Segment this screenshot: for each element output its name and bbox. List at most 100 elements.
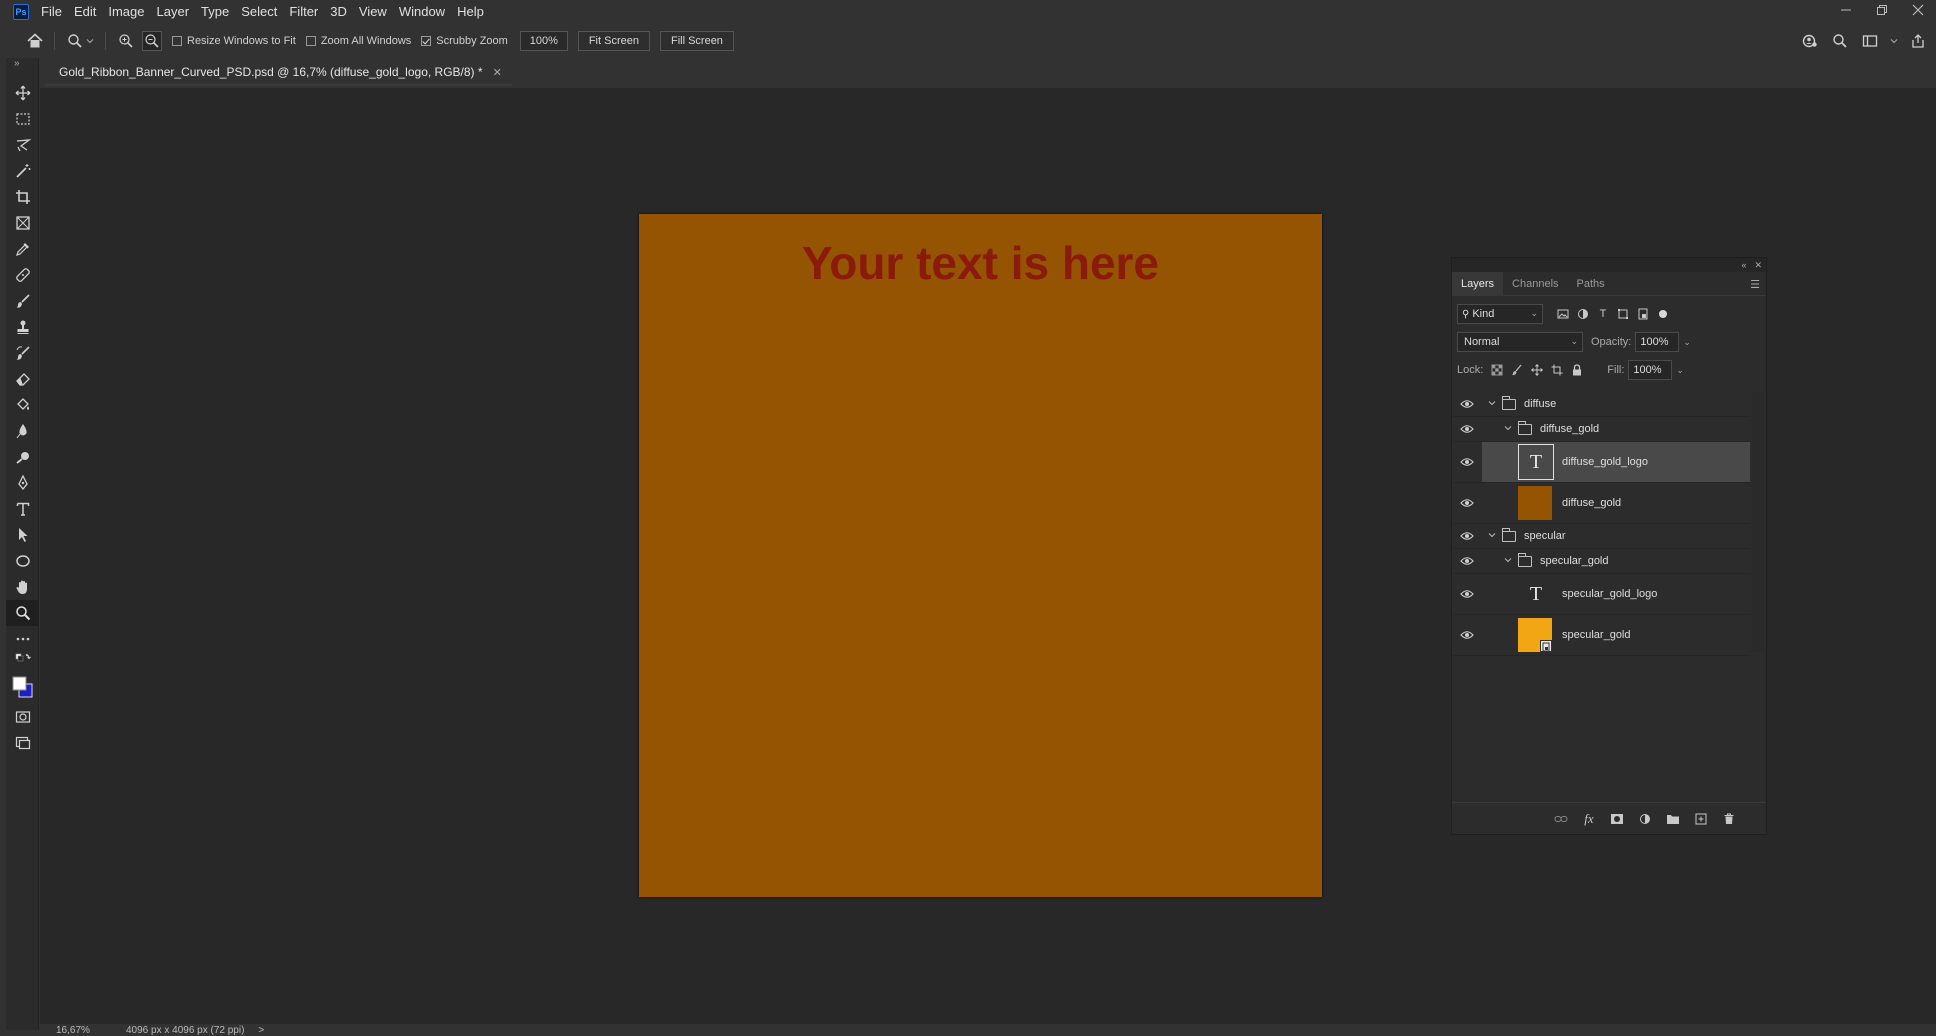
- workspace-icon[interactable]: [1860, 31, 1880, 51]
- menu-type[interactable]: Type: [195, 0, 235, 24]
- layer-row-smart-object[interactable]: specular_gold: [1452, 615, 1750, 656]
- layer-name[interactable]: specular_gold: [1562, 629, 1631, 641]
- frame-tool-icon[interactable]: [6, 210, 39, 236]
- eye-icon[interactable]: [1460, 397, 1474, 411]
- zoom-percent-button[interactable]: 100%: [519, 31, 568, 51]
- adjustment-layer-icon[interactable]: [1638, 812, 1652, 826]
- restore-icon[interactable]: [1864, 0, 1900, 20]
- blur-tool-icon[interactable]: [6, 418, 39, 444]
- menu-file[interactable]: File: [35, 0, 68, 24]
- text-layer-thumbnail-icon[interactable]: T: [1518, 576, 1554, 612]
- chevron-down-icon[interactable]: ⌄: [1676, 365, 1684, 376]
- tab-layers[interactable]: Layers: [1452, 271, 1504, 296]
- eye-icon[interactable]: [1460, 422, 1474, 436]
- status-zoom[interactable]: 16,67%: [56, 1025, 116, 1036]
- screen-mode-icon[interactable]: [6, 730, 39, 756]
- crop-tool-icon[interactable]: [6, 184, 39, 210]
- layer-row-group[interactable]: specular_gold: [1452, 549, 1750, 574]
- menu-layer[interactable]: Layer: [151, 0, 196, 24]
- document-tab[interactable]: Gold_Ribbon_Banner_Curved_PSD.psd @ 16,7…: [45, 60, 512, 86]
- dodge-tool-icon[interactable]: [6, 444, 39, 470]
- menu-filter[interactable]: Filter: [283, 0, 324, 24]
- marquee-tool-icon[interactable]: [6, 106, 39, 132]
- canvas[interactable]: Your text is here: [639, 214, 1322, 897]
- lock-all-icon[interactable]: [1571, 364, 1583, 376]
- status-more-arrow[interactable]: >: [258, 1025, 264, 1036]
- tab-channels[interactable]: Channels: [1503, 272, 1567, 296]
- chevron-down-icon[interactable]: [85, 31, 95, 51]
- chevron-down-icon[interactable]: [1488, 531, 1498, 541]
- move-tool-icon[interactable]: [6, 80, 39, 106]
- history-brush-tool-icon[interactable]: [6, 340, 39, 366]
- pixel-filter-icon[interactable]: [1557, 308, 1569, 320]
- eye-icon[interactable]: [1460, 455, 1474, 469]
- type-tool-icon[interactable]: [6, 496, 39, 522]
- zoom-tool-icon[interactable]: [6, 600, 39, 626]
- layer-row-group[interactable]: diffuse_gold: [1452, 417, 1750, 442]
- layer-row-group[interactable]: specular: [1452, 524, 1750, 549]
- paint-bucket-tool-icon[interactable]: [6, 392, 39, 418]
- shape-filter-icon[interactable]: [1617, 308, 1629, 320]
- layer-thumbnail[interactable]: [1518, 618, 1552, 652]
- fit-screen-button[interactable]: Fit Screen: [577, 31, 650, 51]
- minimize-icon[interactable]: [1828, 0, 1864, 20]
- text-layer-thumbnail-icon[interactable]: T: [1518, 444, 1554, 480]
- blend-mode-select[interactable]: Normal ⌄: [1457, 332, 1583, 352]
- brush-tool-icon[interactable]: [6, 288, 39, 314]
- lasso-tool-icon[interactable]: [6, 132, 39, 158]
- magic-wand-tool-icon[interactable]: [6, 158, 39, 184]
- lock-position-icon[interactable]: [1531, 364, 1544, 376]
- opacity-field[interactable]: 100%: [1635, 332, 1680, 352]
- layer-name[interactable]: specular: [1524, 530, 1566, 542]
- zoom-all-windows-checkbox[interactable]: Zoom All Windows: [305, 35, 411, 47]
- new-group-icon[interactable]: [1666, 812, 1680, 826]
- add-mask-icon[interactable]: [1610, 812, 1624, 826]
- canvas-text-layer[interactable]: Your text is here: [639, 236, 1322, 290]
- share-icon[interactable]: [1908, 31, 1928, 51]
- link-layers-icon[interactable]: [1554, 812, 1568, 826]
- fx-icon[interactable]: fx: [1582, 811, 1596, 826]
- menu-image[interactable]: Image: [102, 0, 150, 24]
- close-icon[interactable]: [1900, 0, 1936, 20]
- checkbox-box-checked[interactable]: [421, 36, 432, 46]
- zoom-tool-preset-icon[interactable]: [65, 31, 85, 51]
- delete-layer-icon[interactable]: [1722, 812, 1736, 826]
- eye-icon[interactable]: [1460, 529, 1474, 543]
- lock-artboard-icon[interactable]: [1551, 364, 1563, 376]
- layer-row-text-selected[interactable]: T diffuse_gold_logo: [1452, 442, 1750, 483]
- ellipse-tool-icon[interactable]: [6, 548, 39, 574]
- menu-edit[interactable]: Edit: [68, 0, 102, 24]
- quick-mask-icon[interactable]: [6, 704, 39, 730]
- checkbox-box[interactable]: [172, 36, 182, 46]
- eye-icon[interactable]: [1460, 628, 1474, 642]
- checkbox-box[interactable]: [305, 36, 316, 46]
- scrubby-zoom-checkbox[interactable]: Scrubby Zoom: [421, 35, 508, 47]
- zoom-in-icon[interactable]: [116, 31, 136, 51]
- chevron-down-icon[interactable]: [1504, 424, 1514, 434]
- zoom-out-icon[interactable]: [142, 31, 162, 51]
- clone-stamp-tool-icon[interactable]: [6, 314, 39, 340]
- color-swatches-icon[interactable]: [6, 670, 39, 704]
- pen-tool-icon[interactable]: [6, 470, 39, 496]
- eye-icon[interactable]: [1460, 554, 1474, 568]
- layer-name[interactable]: diffuse_gold: [1562, 497, 1621, 509]
- adjustment-filter-icon[interactable]: [1577, 308, 1589, 320]
- chevron-down-icon[interactable]: ⌄: [1683, 337, 1691, 348]
- close-icon[interactable]: ✕: [493, 66, 502, 79]
- layer-name[interactable]: specular_gold_logo: [1562, 588, 1657, 600]
- home-icon[interactable]: [26, 32, 44, 50]
- layer-row-group[interactable]: diffuse: [1452, 392, 1750, 417]
- layer-name[interactable]: diffuse_gold: [1540, 423, 1599, 435]
- search-icon[interactable]: [1830, 31, 1850, 51]
- layer-thumbnail[interactable]: [1518, 486, 1552, 520]
- eye-icon[interactable]: [1460, 587, 1474, 601]
- hand-tool-icon[interactable]: [6, 574, 39, 600]
- learn-icon[interactable]: [1800, 31, 1820, 51]
- layer-name[interactable]: specular_gold: [1540, 555, 1609, 567]
- layer-name[interactable]: diffuse_gold_logo: [1562, 456, 1648, 468]
- menu-select[interactable]: Select: [235, 0, 283, 24]
- chevron-down-icon[interactable]: [1890, 31, 1898, 51]
- healing-brush-tool-icon[interactable]: [6, 262, 39, 288]
- kind-filter-select[interactable]: ⚲ Kind ⌄: [1457, 304, 1543, 324]
- more-tools-icon[interactable]: [6, 626, 39, 652]
